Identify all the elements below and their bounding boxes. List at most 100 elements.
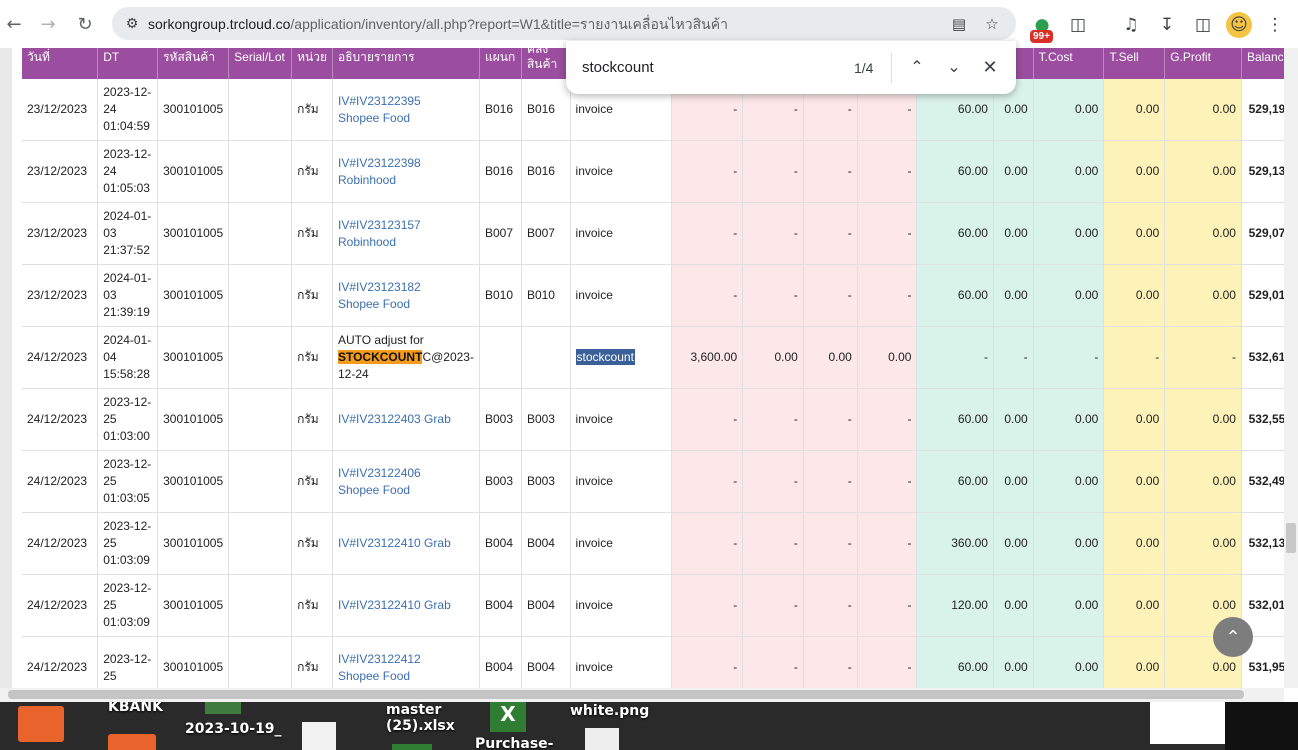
find-in-page-bar: stockcount 1/4 ⌃ ⌄ ✕ [566, 41, 1016, 94]
warehouse-cell [521, 326, 571, 389]
col-header-tcost[interactable]: T.Cost [1033, 48, 1105, 79]
document-link[interactable]: IV#IV23123157 Robinhood [338, 218, 421, 249]
unit-cell: กรัม [291, 636, 333, 688]
datetime-cell: 2023-12-25 01:03:00 [97, 388, 159, 451]
bookmark-star-icon[interactable]: ☆ [981, 13, 1003, 35]
table-row: 24/12/2023 2023-12-25 300101005 กรัม IV#IV23… [22, 636, 1298, 688]
address-bar[interactable]: ⚙ sorkongroup.trcloud.co/application/inv… [112, 7, 1016, 40]
folder-icon[interactable] [18, 706, 64, 742]
unit-cell: กรัม [291, 574, 333, 637]
tsell-cell: 0.00 [1103, 512, 1166, 575]
folder-icon[interactable] [108, 734, 156, 750]
col-header-unit[interactable]: หน่วย [291, 48, 333, 79]
scroll-to-top-button[interactable]: ⌃ [1213, 617, 1253, 657]
desktop-label[interactable]: white.png [570, 703, 649, 719]
col-header-desc[interactable]: อธิบายรายการ [332, 48, 480, 79]
document-link[interactable]: IV#IV23122410 Grab [338, 536, 451, 550]
product-code-cell: 300101005 [157, 326, 230, 389]
serial-cell [228, 512, 293, 575]
page-search-icon[interactable]: ▤ [948, 13, 970, 35]
document-number: IV#IV23123182 [337, 279, 421, 294]
menu-kebab-icon[interactable]: ⋮ [1262, 12, 1288, 38]
col-header-tsell[interactable]: T.Sell [1103, 48, 1166, 79]
document-link[interactable]: IV#IV23122398 Robinhood [338, 156, 421, 187]
product-code-cell: 300101005 [157, 140, 230, 203]
serial-cell [228, 574, 293, 637]
cost-out-cell: 0.00 [993, 140, 1034, 203]
document-type: invoice [575, 536, 613, 550]
serial-cell [228, 450, 293, 513]
extensions-puzzle-icon[interactable]: ◫ [1065, 12, 1091, 38]
back-icon[interactable]: ← [2, 12, 26, 36]
col-header-gprofit[interactable]: G.Profit [1164, 48, 1242, 79]
qty-in-cell: - [671, 512, 744, 575]
document-link[interactable]: IV#IV23122403 Grab [338, 412, 451, 426]
image-file-icon[interactable] [205, 702, 241, 714]
profile-avatar[interactable]: ☺ [1226, 12, 1252, 38]
document-type-cell: invoice [570, 264, 672, 327]
download-icon[interactable]: ↧ [1154, 12, 1180, 38]
excel-file-icon[interactable]: X [490, 702, 526, 732]
url-text[interactable]: sorkongroup.trcloud.co/application/inven… [148, 14, 728, 36]
document-link[interactable]: IV#IV23122410 Grab [338, 598, 451, 612]
document-link[interactable]: IV#IV23122412 Shopee Food [338, 652, 421, 683]
font-file-icon[interactable] [302, 722, 336, 750]
department-cell: B007 [479, 202, 522, 265]
reload-icon[interactable]: ↻ [73, 12, 97, 36]
image-file-icon[interactable] [585, 728, 619, 750]
date-cell: 23/12/2023 [22, 264, 99, 327]
extra-in-cell: 0.00 [857, 326, 918, 389]
channel-name: Shopee Food [337, 110, 411, 125]
desktop-label[interactable]: 2023-10-19_ [185, 721, 282, 737]
cost-out-cell: 0.00 [993, 512, 1034, 575]
datetime-cell: 2023-12-25 01:03:09 [97, 512, 159, 575]
site-info-icon[interactable]: ⚙ [122, 14, 142, 34]
col-header-date[interactable]: วันที่ [22, 48, 99, 79]
excel-file-icon[interactable] [392, 744, 432, 750]
col-header-code[interactable]: รหัสสินค้า [157, 48, 230, 79]
side-panel-icon[interactable]: ◫ [1190, 12, 1216, 38]
desktop-background: KBANK 2023-10-19_ master (25).xlsx X Pur… [0, 702, 1298, 750]
extra-in-cell: - [857, 388, 918, 451]
document-link[interactable]: IV#IV23122395 Shopee Food [338, 94, 421, 125]
gprofit-cell: 0.00 [1164, 79, 1242, 141]
col-header-serial[interactable]: Serial/Lot [228, 48, 293, 79]
desktop-label[interactable]: Purchase- [475, 736, 553, 750]
find-next-icon[interactable]: ⌄ [941, 54, 967, 80]
horizontal-scrollbar-thumb[interactable] [8, 690, 1244, 699]
col-header-warehouse[interactable]: คลัง สินค้า [521, 48, 571, 79]
date-cell: 24/12/2023 [22, 636, 99, 688]
cost-in-cell: - [742, 512, 804, 575]
col-header-dept[interactable]: แผนก [479, 48, 522, 79]
desktop-label[interactable]: master (25).xlsx [386, 702, 456, 734]
warehouse-cell: B010 [521, 264, 571, 327]
cost-out-cell: 0.00 [993, 264, 1034, 327]
find-close-icon[interactable]: ✕ [977, 54, 1003, 80]
extra-in-cell: - [857, 574, 918, 637]
vertical-scrollbar[interactable] [1284, 48, 1298, 688]
serial-cell [228, 140, 293, 203]
cost-in-cell: - [742, 264, 804, 327]
datetime-cell: 2023-12-25 01:03:09 [97, 574, 159, 637]
find-previous-icon[interactable]: ⌃ [904, 54, 930, 80]
datetime-cell: 2024-01-04 15:58:28 [97, 326, 159, 389]
serial-cell [228, 326, 293, 389]
find-input[interactable]: stockcount [582, 59, 654, 76]
product-code-cell: 300101005 [157, 79, 230, 141]
desktop-label[interactable]: KBANK [108, 702, 163, 715]
col-header-dt[interactable]: DT [97, 48, 159, 79]
table-row: 23/12/2023 2023-12-24 01:05:03 300101005 กร… [22, 140, 1298, 203]
media-control-icon[interactable]: ♫ [1118, 12, 1144, 38]
date-cell: 23/12/2023 [22, 140, 99, 203]
document-link[interactable]: IV#IV23123182 Shopee Food [338, 280, 421, 311]
description-cell: IV#IV23122403 Grab [332, 388, 480, 451]
cost-in-cell: - [742, 450, 804, 513]
cost-in-cell: - [742, 388, 804, 451]
vertical-scrollbar-thumb[interactable] [1286, 523, 1296, 553]
gprofit-cell: 0.00 [1164, 512, 1242, 575]
document-link[interactable]: IV#IV23122406 Shopee Food [338, 466, 421, 497]
gprofit-cell: 0.00 [1164, 450, 1242, 513]
extra-in-cell: - [857, 512, 918, 575]
document-number: IV#IV23122406 [337, 465, 421, 480]
forward-icon[interactable]: → [36, 12, 60, 36]
